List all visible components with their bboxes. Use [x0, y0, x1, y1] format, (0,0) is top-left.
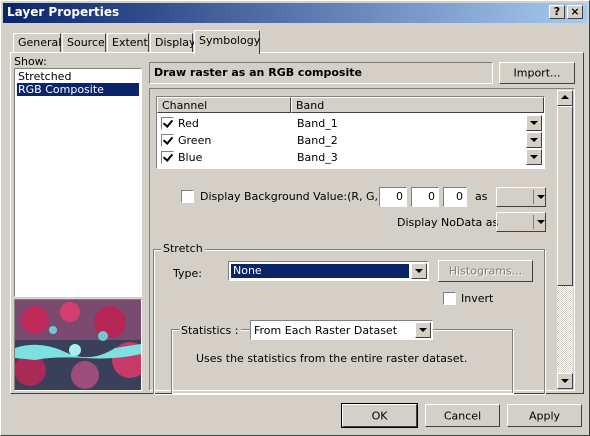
band-value: Band_3 [297, 151, 338, 164]
window-title: Layer Properties [7, 5, 120, 19]
table-row: Red Band_1 [157, 115, 544, 132]
band-value: Band_2 [297, 134, 338, 147]
stretch-group-label: Stretch [161, 242, 205, 255]
show-label: Show: [14, 55, 47, 68]
title-bar[interactable]: Layer Properties ? × [3, 3, 587, 23]
channel-checkbox-green[interactable] [161, 134, 174, 147]
renderer-title: Draw raster as an RGB composite [154, 66, 362, 79]
renderer-title-box: Draw raster as an RGB composite [149, 62, 493, 84]
table-row: Blue Band_3 [157, 149, 544, 166]
statistics-label: Statistics : [179, 324, 241, 337]
scroll-down-button[interactable] [557, 373, 573, 389]
statistics-value: From Each Raster Dataset [254, 324, 398, 337]
band-dropdown-red[interactable] [526, 115, 542, 131]
as-label: as [475, 190, 488, 203]
channel-checkbox-red[interactable] [161, 117, 174, 130]
stretch-type-label: Type: [173, 267, 202, 280]
chevron-down-icon [411, 263, 427, 279]
invert-checkbox[interactable] [443, 292, 456, 305]
close-button[interactable]: × [567, 5, 583, 19]
ok-button[interactable]: OK [341, 403, 418, 428]
band-dropdown-blue[interactable] [526, 149, 542, 165]
channel-label: Green [178, 134, 212, 147]
display-background-checkbox[interactable] [181, 190, 194, 203]
chevron-down-icon [533, 215, 545, 229]
preview-image [14, 300, 148, 390]
stretch-type-value: None [231, 264, 409, 278]
channel-label: Blue [178, 151, 203, 164]
stretch-type-select[interactable]: None [228, 261, 429, 281]
cancel-button-label: Cancel [443, 409, 482, 422]
apply-button-label: Apply [528, 409, 561, 422]
display-nodata-label: Display NoData as [397, 216, 499, 229]
channel-table: Channel Band Red Band_1 Green Band_2 Blu… [156, 96, 545, 169]
tab-symbology[interactable]: Symbology [194, 30, 260, 54]
layer-properties-dialog: Layer Properties ? × General Source Exte… [0, 0, 590, 436]
background-color-picker[interactable] [496, 187, 546, 207]
invert-label: Invert [461, 292, 494, 305]
import-button-label: Import... [513, 66, 561, 80]
import-button[interactable]: Import... [499, 62, 575, 84]
chevron-down-icon [415, 322, 431, 338]
channel-checkbox-blue[interactable] [161, 151, 174, 164]
background-r-input[interactable]: 0 [379, 187, 407, 207]
display-background-label: Display Background Value:(R, G, B) [200, 190, 394, 203]
chevron-down-icon [533, 190, 545, 204]
tab-source[interactable]: Source [62, 33, 106, 53]
scroll-up-button[interactable] [557, 90, 573, 106]
histograms-button[interactable]: Histograms... [438, 260, 533, 282]
ok-button-label: OK [371, 409, 388, 422]
help-button[interactable]: ? [549, 5, 565, 19]
statistics-select[interactable]: From Each Raster Dataset [250, 320, 433, 340]
band-dropdown-green[interactable] [526, 132, 542, 148]
background-g-input[interactable]: 0 [411, 187, 439, 207]
show-item-stretched[interactable]: Stretched [17, 70, 139, 83]
show-item-rgb-composite[interactable]: RGB Composite [17, 83, 139, 96]
col-header-channel[interactable]: Channel [157, 97, 291, 113]
band-value: Band_1 [297, 117, 338, 130]
scroll-thumb[interactable] [557, 106, 573, 286]
col-header-band[interactable]: Band [291, 97, 544, 113]
background-b-input[interactable]: 0 [443, 187, 467, 207]
raster-preview-thumbnail [14, 299, 148, 391]
show-list[interactable]: Stretched RGB Composite [14, 68, 142, 297]
tab-general[interactable]: General [13, 33, 61, 53]
histograms-button-label: Histograms... [448, 264, 523, 278]
tab-display[interactable]: Display [150, 33, 196, 53]
channel-label: Red [178, 117, 199, 130]
statistics-description: Uses the statistics from the entire rast… [196, 352, 468, 365]
cancel-button[interactable]: Cancel [425, 404, 500, 427]
apply-button[interactable]: Apply [507, 404, 582, 427]
tab-extent[interactable]: Extent [107, 33, 149, 53]
table-row: Green Band_2 [157, 132, 544, 149]
nodata-color-picker[interactable] [496, 212, 546, 232]
